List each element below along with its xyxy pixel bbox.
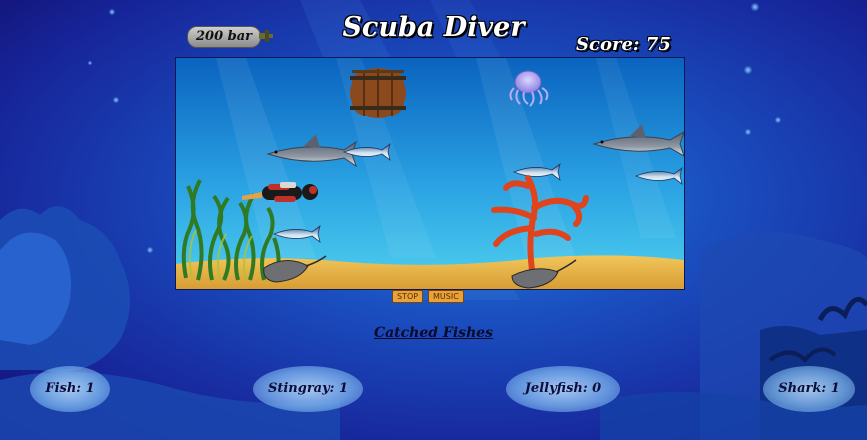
- music-button[interactable]: MUSIC: [428, 290, 464, 303]
- stop-button[interactable]: STOP: [392, 290, 424, 303]
- air-tank-gauge: 200 bar: [187, 26, 261, 48]
- game-scene: [176, 58, 684, 289]
- game-title: Scuba Diver: [342, 12, 525, 43]
- game-canvas[interactable]: [175, 57, 685, 290]
- barrel: [350, 68, 406, 118]
- jellyfish-counter: Jellyfish: 0: [506, 366, 620, 412]
- catched-fishes-heading: Catched Fishes: [373, 325, 494, 341]
- shark-counter: Shark: 1: [763, 366, 855, 412]
- tank-valve-icon: [259, 30, 273, 42]
- score-display: Score: 75: [576, 34, 671, 55]
- stingray-counter: Stingray: 1: [253, 366, 363, 412]
- fish-counter: Fish: 1: [30, 366, 110, 412]
